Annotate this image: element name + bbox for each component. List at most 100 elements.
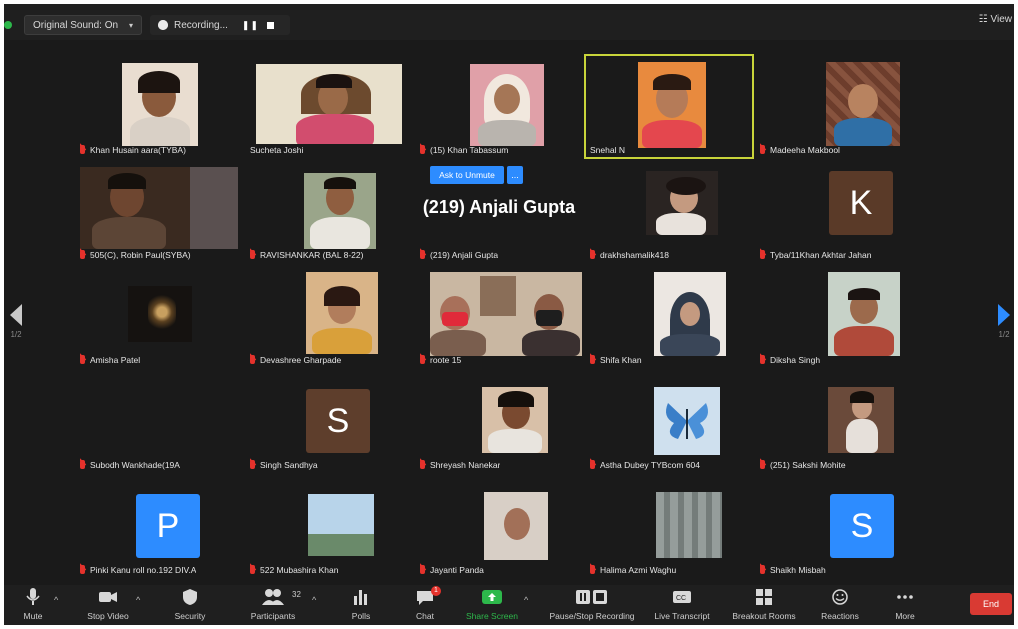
next-page-button[interactable]: 1/2 xyxy=(994,304,1014,339)
muted-mic-icon xyxy=(250,250,255,259)
view-button[interactable]: ☷ View xyxy=(979,14,1012,25)
pause-stop-icon xyxy=(576,590,607,604)
participant-tile[interactable]: Halima Azmi Waghu xyxy=(584,474,754,579)
video-feed xyxy=(306,272,378,354)
chevron-down-icon[interactable]: ▾ xyxy=(129,21,133,30)
participant-name: Astha Dubey TYBcom 604 xyxy=(590,458,700,471)
participant-name: Devashree Gharpade xyxy=(250,353,341,366)
chevron-right-icon[interactable] xyxy=(998,304,1010,326)
more-button[interactable]: More xyxy=(888,588,922,621)
original-sound-label: Original Sound: On xyxy=(33,19,119,31)
participant-tile[interactable]: S Singh Sandhya xyxy=(244,369,414,474)
participants-label: Participants xyxy=(250,611,296,621)
participant-tile[interactable]: Diksha Singh xyxy=(754,264,924,369)
participant-name: Shifa Khan xyxy=(590,353,642,366)
participant-name-label: roote 15 xyxy=(430,354,462,365)
hair xyxy=(653,74,691,90)
participant-tile[interactable]: 505(C), Robin Paul(SYBA) xyxy=(74,159,244,264)
participant-tile[interactable]: 522 Mubashira Khan xyxy=(244,474,414,579)
video-feed xyxy=(828,387,894,453)
hair xyxy=(324,286,360,306)
pause-recording-icon[interactable]: ❚❚ xyxy=(242,20,259,31)
participant-tile[interactable]: Jayanti Panda xyxy=(414,474,584,579)
meeting-toolbar: Mute ^ Stop Video ^ Security Participant… xyxy=(4,585,1014,625)
muted-mic-icon xyxy=(80,355,85,364)
chevron-left-icon[interactable] xyxy=(10,304,22,326)
polls-button[interactable]: Polls xyxy=(344,588,378,621)
participant-tile[interactable]: Madeeha Makbool xyxy=(754,54,924,159)
pause-stop-recording-button[interactable]: Pause/Stop Recording xyxy=(544,588,640,621)
shield-icon xyxy=(183,589,197,605)
hair xyxy=(498,391,534,407)
participant-tile[interactable]: K Tyba/11Khan Akhtar Jahan xyxy=(754,159,924,264)
avatar: P xyxy=(136,494,200,558)
participant-tile[interactable]: Amisha Patel xyxy=(74,264,244,369)
participant-tile-active-speaker[interactable]: Snehal N xyxy=(584,54,754,159)
stop-recording-icon[interactable] xyxy=(267,21,275,29)
breakout-rooms-button[interactable]: Breakout Rooms xyxy=(726,588,802,621)
participant-tile[interactable]: (15) Khan Tabassum xyxy=(414,54,584,159)
video-feed xyxy=(656,492,722,558)
tile-more-options-button[interactable]: ... xyxy=(507,166,523,184)
chevron-up-icon[interactable]: ^ xyxy=(524,595,528,605)
ask-to-unmute-button[interactable]: Ask to Unmute xyxy=(430,166,504,184)
participant-tile[interactable]: P Pinki Kanu roll no.192 DIV.A xyxy=(74,474,244,579)
participants-icon xyxy=(262,589,284,605)
muted-mic-icon xyxy=(80,250,85,259)
face-mask xyxy=(536,310,562,326)
participant-tile[interactable]: RAVISHANKAR (BAL 8-22) xyxy=(244,159,414,264)
live-transcript-button[interactable]: CC Live Transcript xyxy=(650,588,714,621)
participant-name: roote 15 xyxy=(420,353,461,366)
participant-tile[interactable]: Devashree Gharpade xyxy=(244,264,414,369)
participant-tile[interactable]: Astha Dubey TYBcom 604 xyxy=(584,369,754,474)
body xyxy=(92,217,166,249)
mute-button[interactable]: Mute xyxy=(16,588,50,621)
muted-mic-icon xyxy=(590,565,595,574)
participant-name: Diksha Singh xyxy=(760,353,820,366)
participant-name-label: 522 Mubashira Khan xyxy=(260,564,339,575)
participant-name: Shreyash Nanekar xyxy=(420,458,500,471)
participant-name-label: drakhshamalik418 xyxy=(600,249,669,260)
participant-tile[interactable]: Subodh Wankhade(19A xyxy=(74,369,244,474)
video-feed xyxy=(638,62,706,148)
avatar: S xyxy=(830,494,894,558)
participant-tile[interactable]: roote 15 xyxy=(414,264,584,369)
participant-tile[interactable]: Sucheta Joshi xyxy=(244,54,414,159)
participant-tile[interactable]: drakhshamalik418 xyxy=(584,159,754,264)
previous-page-button[interactable]: 1/2 xyxy=(6,304,26,339)
chevron-up-icon[interactable]: ^ xyxy=(54,595,58,605)
page-indicator: 1/2 xyxy=(998,330,1010,339)
participant-name-label: Sucheta Joshi xyxy=(250,144,304,155)
top-bar: Original Sound: On ▾ Recording... ❚❚ ☷ V… xyxy=(4,4,1014,40)
chevron-up-icon[interactable]: ^ xyxy=(312,595,316,605)
reactions-button[interactable]: Reactions xyxy=(816,588,864,621)
participant-tile[interactable]: Khan Husain aara(TYBA) xyxy=(74,54,244,159)
muted-mic-icon xyxy=(80,145,85,154)
chevron-up-icon[interactable]: ^ xyxy=(136,595,140,605)
chat-label: Chat xyxy=(416,611,434,621)
muted-mic-icon xyxy=(420,565,425,574)
chat-button[interactable]: 1 Chat xyxy=(408,586,442,621)
participant-tile[interactable]: (251) Sakshi Mohite xyxy=(754,369,924,474)
participant-name-label: RAVISHANKAR (BAL 8-22) xyxy=(260,249,364,260)
participant-name-label: Khan Husain aara(TYBA) xyxy=(90,144,186,155)
video-feed xyxy=(430,272,582,356)
original-sound-button[interactable]: Original Sound: On ▾ xyxy=(24,15,142,35)
stop-video-label: Stop Video xyxy=(87,611,129,621)
security-button[interactable]: Security xyxy=(168,588,212,621)
stop-video-button[interactable]: Stop Video xyxy=(80,588,136,621)
polls-icon xyxy=(354,590,367,605)
participant-tile[interactable]: S Shaikh Misbah xyxy=(754,474,924,579)
video-camera-icon xyxy=(99,592,117,602)
hair xyxy=(138,71,180,93)
participant-name: Pinki Kanu roll no.192 DIV.A xyxy=(80,563,196,576)
page-indicator: 1/2 xyxy=(10,330,22,339)
participant-tile[interactable]: Shreyash Nanekar xyxy=(414,369,584,474)
muted-mic-icon xyxy=(250,460,255,469)
share-screen-icon xyxy=(482,590,502,604)
participant-name-label: Pinki Kanu roll no.192 DIV.A xyxy=(90,564,197,575)
share-screen-button[interactable]: Share Screen xyxy=(464,588,520,621)
avatar: S xyxy=(306,389,370,453)
end-meeting-button[interactable]: End xyxy=(970,593,1012,615)
participant-tile[interactable]: Shifa Khan xyxy=(584,264,754,369)
